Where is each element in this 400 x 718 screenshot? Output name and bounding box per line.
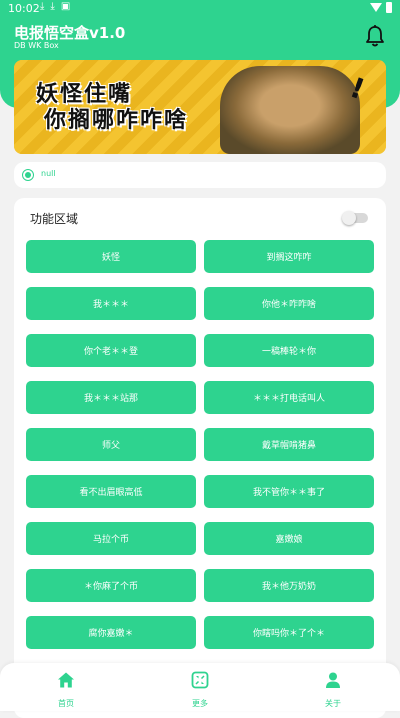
- function-button[interactable]: 马拉个币: [26, 522, 196, 555]
- banner-text: 妖怪住嘴 你搁哪咋咋啥: [36, 82, 188, 134]
- function-button-grid: 妖怪 到搁这咋咋 我＊＊＊ 你他＊咋咋啥 你个老＊＊登 一稿棒轮＊你 我＊＊＊站那 ＊＊＊打电…: [26, 240, 374, 649]
- nav-more-label: 更多: [192, 699, 208, 708]
- battery-icon: [386, 2, 392, 13]
- function-button[interactable]: 师父: [26, 428, 196, 461]
- nav-home-label: 首页: [58, 699, 74, 708]
- option-label: null: [41, 169, 56, 178]
- app-subtitle: DB WK Box: [14, 41, 59, 50]
- function-toggle[interactable]: [342, 211, 368, 225]
- function-button[interactable]: 我＊＊＊站那: [26, 381, 196, 414]
- function-button[interactable]: 一稿棒轮＊你: [204, 334, 374, 367]
- function-button[interactable]: 到搁这咋咋: [204, 240, 374, 273]
- nav-home[interactable]: 首页: [36, 671, 96, 709]
- user-icon: [326, 672, 340, 688]
- status-bar: 10:02 ⤓ ⤓ ▣: [0, 0, 400, 18]
- option-card[interactable]: null: [14, 162, 386, 188]
- function-button[interactable]: 你他＊咋咋啥: [204, 287, 374, 320]
- status-time: 10:02: [8, 2, 40, 15]
- wifi-icon: [370, 3, 382, 12]
- function-button[interactable]: 戴草帽啃猪鼻: [204, 428, 374, 461]
- function-area-card: 功能区域 妖怪 到搁这咋咋 我＊＊＊ 你他＊咋咋啥 你个老＊＊登 一稿棒轮＊你 我＊＊＊站那…: [14, 198, 386, 718]
- bell-icon[interactable]: [364, 24, 386, 48]
- function-button[interactable]: 妖怪: [26, 240, 196, 273]
- function-button[interactable]: ＊＊＊打电话叫人: [204, 381, 374, 414]
- monkey-face-image: [220, 66, 360, 154]
- function-button[interactable]: ＊你麻了个币: [26, 569, 196, 602]
- function-button[interactable]: 我＊他万奶奶: [204, 569, 374, 602]
- function-button[interactable]: 腐你嘉嫩＊: [26, 616, 196, 649]
- function-area-title: 功能区域: [30, 212, 79, 226]
- banner-image[interactable]: 妖怪住嘴 你搁哪咋咋啥 !: [14, 60, 386, 154]
- banner-line-2: 你搁哪咋咋啥: [44, 108, 189, 133]
- bottom-navigation: 首页 更多 关于: [0, 663, 400, 711]
- download-icon: ⤓: [50, 1, 55, 12]
- nav-more[interactable]: 更多: [170, 671, 230, 709]
- function-button[interactable]: 你瞎吗你＊了个＊: [204, 616, 374, 649]
- function-button[interactable]: 我＊＊＊: [26, 287, 196, 320]
- app-title: 电报悟空盒v1.0: [14, 24, 126, 42]
- function-button[interactable]: 看不出眉眼高低: [26, 475, 196, 508]
- download-icon: ⤓: [40, 1, 45, 12]
- function-button[interactable]: 嘉嫩娘: [204, 522, 374, 555]
- home-icon: [58, 672, 74, 688]
- system-icons: [370, 2, 392, 13]
- app-notification-icon: ▣: [60, 1, 71, 12]
- radio-button[interactable]: [22, 169, 34, 181]
- nav-about[interactable]: 关于: [303, 671, 363, 709]
- nav-about-label: 关于: [325, 699, 341, 708]
- function-button[interactable]: 你个老＊＊登: [26, 334, 196, 367]
- notification-icons: ⤓ ⤓ ▣: [40, 1, 70, 12]
- function-button[interactable]: 我不管你＊＊事了: [204, 475, 374, 508]
- banner-line-1: 妖怪住嘴: [36, 82, 133, 107]
- more-icon: [191, 671, 209, 689]
